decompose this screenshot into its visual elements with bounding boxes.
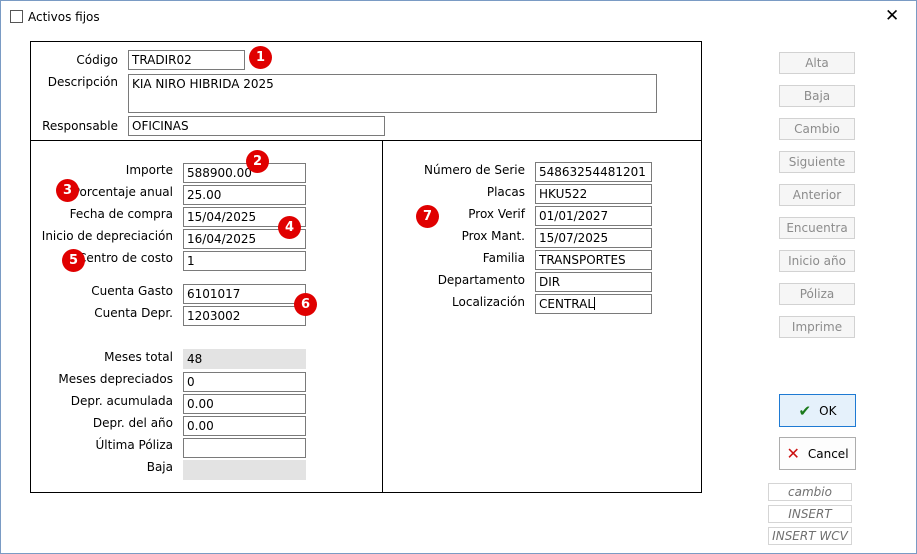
cancel-button[interactable]: ✕ Cancel xyxy=(779,437,856,470)
cuenta-depr-field[interactable]: 1203002 xyxy=(183,306,306,326)
alta-button[interactable]: Alta xyxy=(779,52,855,74)
placas-label: Placas xyxy=(486,185,525,199)
prox-verif-label: Prox Verif xyxy=(468,207,525,221)
responsable-field[interactable]: OFICINAS xyxy=(128,116,385,136)
depr-acumulada-label: Depr. acumulada xyxy=(70,394,173,408)
baja-label: Baja xyxy=(146,460,173,474)
numero-serie-field[interactable]: 54863254481201 xyxy=(535,162,652,182)
departamento-field[interactable]: DIR xyxy=(535,272,652,292)
responsable-label: Responsable xyxy=(42,119,118,133)
localizacion-value: CENTRAL xyxy=(539,297,595,311)
departamento-label: Departamento xyxy=(437,273,525,287)
inicio-anio-button[interactable]: Inicio año xyxy=(779,250,855,272)
annotation-badge-1: 1 xyxy=(249,46,272,69)
placas-field[interactable]: HKU522 xyxy=(535,184,652,204)
depr-acumulada-field[interactable]: 0.00 xyxy=(183,394,306,414)
descripcion-field[interactable]: KIA NIRO HIBRIDA 2025 xyxy=(128,74,657,113)
importe-field[interactable]: 588900.00 xyxy=(183,163,306,183)
centro-costo-label: Centro de costo xyxy=(78,251,173,265)
anterior-button[interactable]: Anterior xyxy=(779,184,855,206)
cancel-x-icon: ✕ xyxy=(786,444,800,463)
mode-status: cambio xyxy=(768,483,852,501)
cuenta-depr-label: Cuenta Depr. xyxy=(94,306,173,320)
title-bar: Activos fijos ✕ xyxy=(1,1,916,31)
baja-field xyxy=(183,460,306,480)
ok-label: OK xyxy=(819,403,837,418)
annotation-badge-2: 2 xyxy=(246,150,269,173)
annotation-badge-5: 5 xyxy=(62,249,85,272)
familia-field[interactable]: TRANSPORTES xyxy=(535,250,652,270)
window-title: Activos fijos xyxy=(28,10,100,24)
prox-mant-field[interactable]: 15/07/2025 xyxy=(535,228,652,248)
close-icon[interactable]: ✕ xyxy=(885,6,899,26)
localizacion-label: Localización xyxy=(452,295,525,309)
ok-button[interactable]: ✔ OK xyxy=(779,394,856,427)
annotation-badge-7: 7 xyxy=(416,205,439,228)
porcentaje-field[interactable]: 25.00 xyxy=(183,185,306,205)
importe-label: Importe xyxy=(125,163,173,177)
meses-depreciados-field[interactable]: 0 xyxy=(183,372,306,392)
prox-mant-label: Prox Mant. xyxy=(461,229,525,243)
codigo-label: Código xyxy=(76,53,118,67)
inicio-depreciacion-label: Inicio de depreciación xyxy=(41,229,173,243)
annotation-badge-6: 6 xyxy=(294,293,317,316)
siguiente-button[interactable]: Siguiente xyxy=(779,151,855,173)
checkmark-icon: ✔ xyxy=(798,401,812,420)
ultima-poliza-label: Última Póliza xyxy=(95,438,173,452)
centro-costo-field[interactable]: 1 xyxy=(183,251,306,271)
fecha-compra-label: Fecha de compra xyxy=(69,207,173,221)
insert-wcv-status: INSERT WCV xyxy=(768,527,852,545)
baja-button[interactable]: Baja xyxy=(779,85,855,107)
numero-serie-label: Número de Serie xyxy=(424,163,525,177)
familia-label: Familia xyxy=(482,251,525,265)
window: Activos fijos ✕ Código TRADIR02 Descripc… xyxy=(0,0,917,554)
depr-anio-label: Depr. del año xyxy=(92,416,173,430)
prox-verif-field[interactable]: 01/01/2027 xyxy=(535,206,652,226)
meses-total-field: 48 xyxy=(183,349,306,369)
codigo-field[interactable]: TRADIR02 xyxy=(128,50,245,70)
poliza-button[interactable]: Póliza xyxy=(779,283,855,305)
meses-depreciados-label: Meses depreciados xyxy=(58,372,173,386)
encuentra-button[interactable]: Encuentra xyxy=(779,217,855,239)
cambio-button[interactable]: Cambio xyxy=(779,118,855,140)
cuenta-gasto-field[interactable]: 6101017 xyxy=(183,284,306,304)
depr-anio-field[interactable]: 0.00 xyxy=(183,416,306,436)
descripcion-label: Descripción xyxy=(47,75,118,89)
imprime-button[interactable]: Imprime xyxy=(779,316,855,338)
insert-status: INSERT xyxy=(768,505,852,523)
annotation-badge-3: 3 xyxy=(56,179,79,202)
cancel-label: Cancel xyxy=(807,446,849,461)
text-caret xyxy=(594,297,596,310)
annotation-badge-4: 4 xyxy=(278,216,301,239)
meses-total-label: Meses total xyxy=(104,350,173,364)
localizacion-field[interactable]: CENTRAL xyxy=(535,294,652,314)
ultima-poliza-field[interactable] xyxy=(183,438,306,458)
cuenta-gasto-label: Cuenta Gasto xyxy=(91,284,173,298)
window-icon xyxy=(10,10,23,23)
